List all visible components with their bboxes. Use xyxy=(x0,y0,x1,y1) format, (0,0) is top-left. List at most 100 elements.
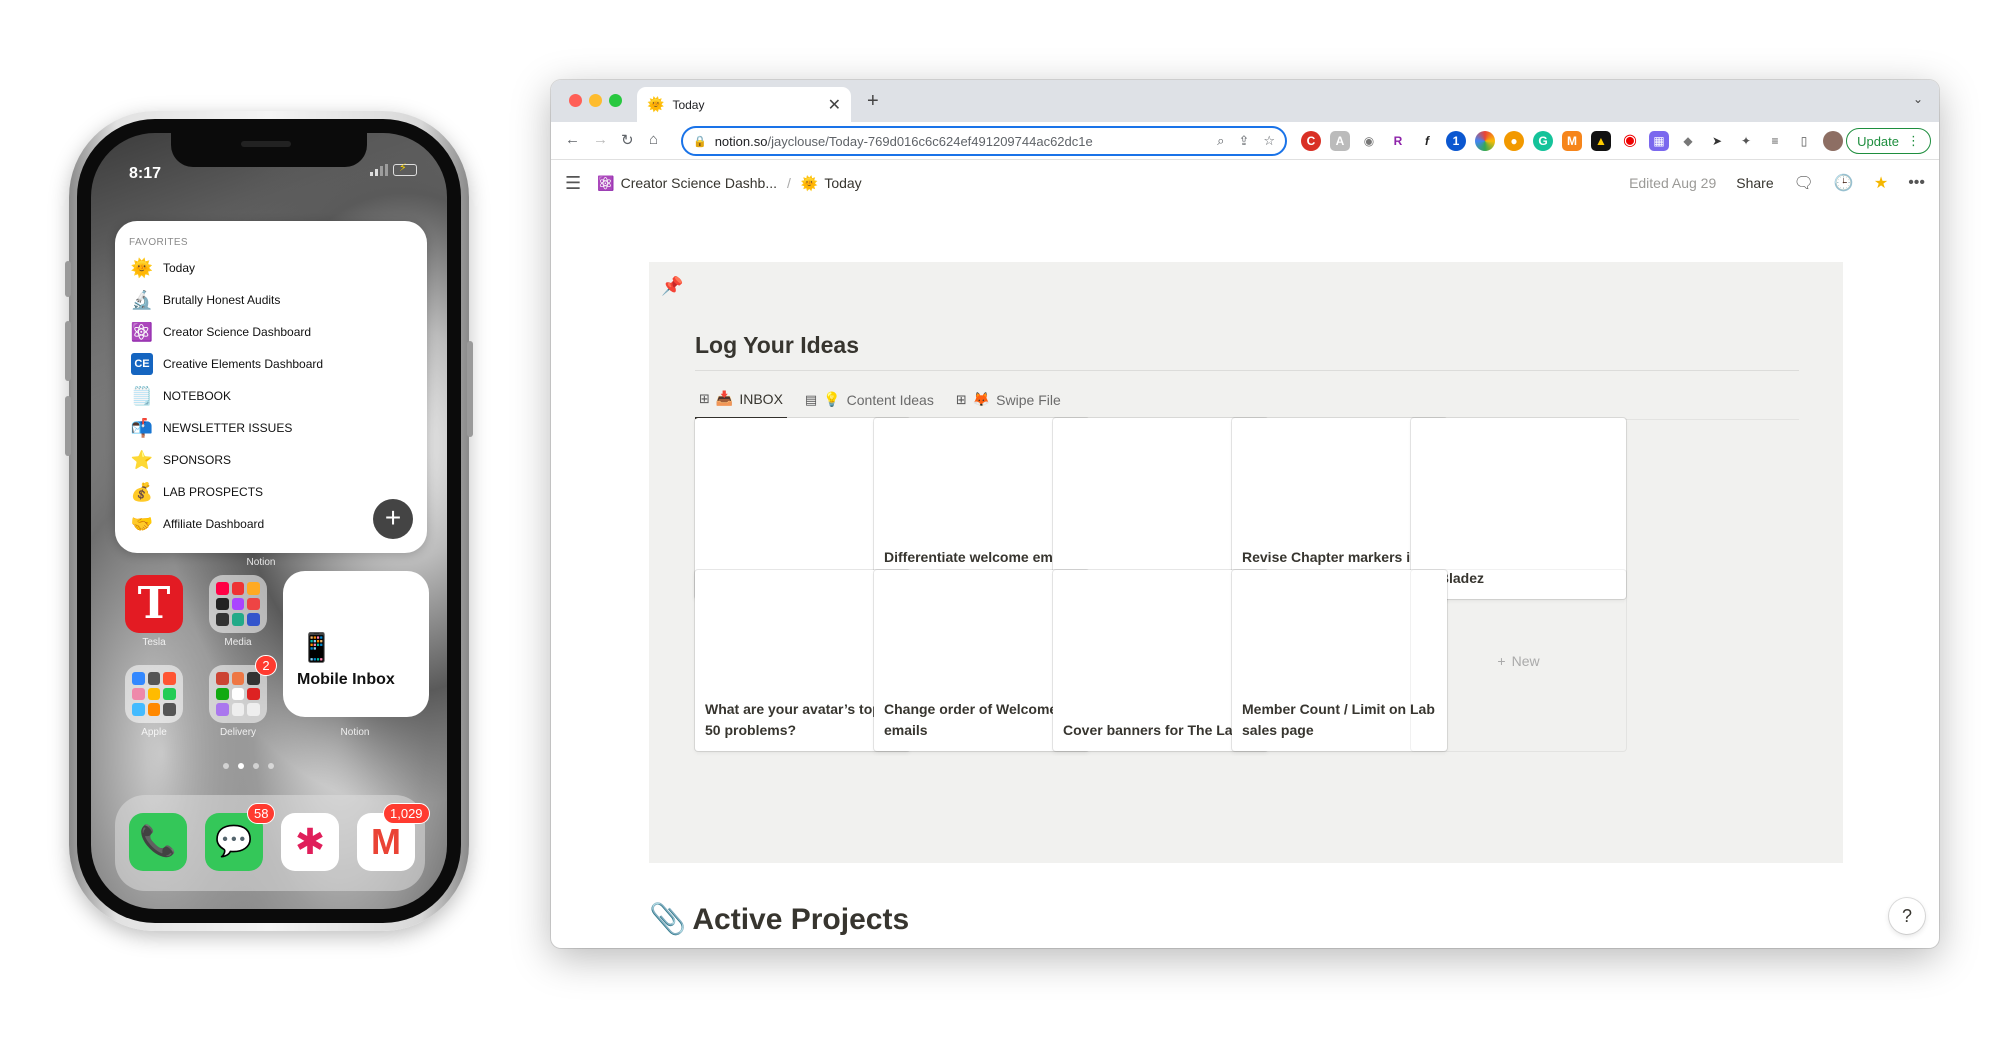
breadcrumb-dashboard[interactable]: ⚛️ Creator Science Dashb... xyxy=(597,175,777,192)
idea-card-title: Change order of Welcome emails xyxy=(884,701,1058,738)
browser-toolbar: ← → ↻ ⌂ 🔒 notion.so /jayclouse/Today-769… xyxy=(551,122,1939,160)
update-label: Update xyxy=(1857,133,1899,149)
home-icon[interactable]: ⌂ xyxy=(649,131,658,148)
media-folder-label: Media xyxy=(224,637,252,648)
widget-add-button[interactable]: + xyxy=(373,499,413,539)
extension-color-icon[interactable] xyxy=(1475,131,1495,151)
share-icon[interactable]: ⇪ xyxy=(1238,133,1249,149)
breadcrumb-today[interactable]: 🌞 Today xyxy=(801,175,862,192)
widget-app-label: Notion xyxy=(246,557,276,568)
tab-content-ideas[interactable]: ▤ 💡 Content Ideas xyxy=(801,390,938,419)
phone-notch xyxy=(171,133,367,167)
side-panel-icon[interactable]: ▯ xyxy=(1794,131,1814,151)
zoom-icon[interactable]: ⌕ xyxy=(1217,133,1224,149)
idea-card-title: Cover banners for The Lab xyxy=(1063,722,1242,738)
close-icon[interactable]: ✕ xyxy=(828,95,841,115)
comment-icon[interactable]: 🗨 xyxy=(1794,173,1814,193)
plus-icon: + xyxy=(1497,652,1506,669)
lock-icon: 🔒 xyxy=(693,135,707,148)
log-ideas-callout: 📌 Log Your Ideas ⊞ 📥 INBOX ▤ 💡 Content I… xyxy=(649,262,1843,863)
media-folder[interactable] xyxy=(209,575,267,633)
favorite-item[interactable]: 🔬 Brutally Honest Audits xyxy=(129,284,413,316)
phone-app[interactable]: 📞 xyxy=(129,813,187,871)
power-button xyxy=(467,341,473,437)
minimize-window-button[interactable] xyxy=(589,94,602,107)
extension-red-icon[interactable]: C xyxy=(1301,131,1321,151)
favorite-item[interactable]: ⭐ SPONSORS xyxy=(129,444,413,476)
tab-swipe-file[interactable]: ⊞ 🦊 Swipe File xyxy=(952,390,1065,419)
forward-icon[interactable]: → xyxy=(593,131,608,148)
favorite-star-icon[interactable]: ★ xyxy=(1874,173,1888,193)
extension-1password-icon[interactable]: 1 xyxy=(1446,131,1466,151)
edited-timestamp: Edited Aug 29 xyxy=(1629,175,1717,191)
favorite-item[interactable]: ⚛️ Creator Science Dashboard xyxy=(129,316,413,348)
favorite-item[interactable]: 📬 NEWSLETTER ISSUES xyxy=(129,412,413,444)
reload-icon[interactable]: ↻ xyxy=(621,131,634,149)
favorite-item[interactable]: 💰 LAB PROSPECTS xyxy=(129,476,413,508)
bookmark-star-icon[interactable]: ☆ xyxy=(1263,133,1275,149)
favorite-label: Today xyxy=(163,261,196,275)
extension-triangle-icon[interactable]: ▲ xyxy=(1591,131,1611,151)
browser-window: 🌞 Today ✕ + ⌄ ← → ↻ ⌂ 🔒 notion.so /jaycl… xyxy=(551,80,1939,948)
chevron-down-icon[interactable]: ⌄ xyxy=(1913,92,1923,106)
url-path: /jayclouse/Today-769d016c6c624ef49120974… xyxy=(767,133,1093,149)
iphone-device: 8:17 FAVORITES 🌞 Today 🔬 Brutally Honest Au… xyxy=(65,111,473,931)
favorite-label: Brutally Honest Audits xyxy=(163,293,281,307)
page-dot xyxy=(268,763,274,769)
extension-orange-icon[interactable]: ● xyxy=(1504,131,1524,151)
clock-icon[interactable]: 🕒 xyxy=(1834,173,1854,193)
maximize-window-button[interactable] xyxy=(609,94,622,107)
silent-switch xyxy=(65,261,71,297)
reading-list-icon[interactable]: ≡ xyxy=(1765,131,1785,151)
gallery-view-icon: ⊞ xyxy=(955,391,967,407)
table-view-icon: ▤ xyxy=(804,391,818,407)
tag-icon[interactable]: ◆ xyxy=(1678,131,1698,151)
tesla-app[interactable]: T xyxy=(125,575,183,633)
share-button[interactable]: Share xyxy=(1736,175,1773,191)
star-icon: ⭐ xyxy=(130,449,154,470)
favorite-item[interactable]: 🌞 Today xyxy=(129,252,413,284)
new-card-button[interactable]: + New xyxy=(1411,570,1626,751)
avatar[interactable] xyxy=(1823,131,1843,151)
extension-r-icon[interactable]: R xyxy=(1388,131,1408,151)
page-dots[interactable] xyxy=(223,763,274,769)
messages-badge: 58 xyxy=(247,803,276,824)
grammarly-icon[interactable]: G xyxy=(1533,131,1553,151)
signal-icon xyxy=(370,164,388,176)
money-bag-icon: 💰 xyxy=(130,481,154,502)
help-button[interactable]: ? xyxy=(1889,898,1925,934)
metamask-icon[interactable]: M xyxy=(1562,131,1582,151)
view-tab-label: INBOX xyxy=(739,390,783,407)
notion-favorites-widget[interactable]: FAVORITES 🌞 Today 🔬 Brutally Honest Audits ⚛… xyxy=(115,221,427,553)
breadcrumb-label: Creator Science Dashb... xyxy=(620,175,777,191)
favorite-label: LAB PROSPECTS xyxy=(163,485,264,499)
address-bar[interactable]: 🔒 notion.so /jayclouse/Today-769d016c6c6… xyxy=(681,126,1287,156)
camera-icon[interactable]: ◉ xyxy=(1359,131,1379,151)
delivery-badge: 2 xyxy=(255,655,277,676)
new-tab-button[interactable]: + xyxy=(867,90,879,113)
tab-bar: 🌞 Today ✕ + ⌄ xyxy=(551,80,1939,122)
favorite-item[interactable]: CE Creative Elements Dashboard xyxy=(129,348,413,380)
record-icon[interactable]: ◉ xyxy=(1620,131,1640,151)
extension-f-icon[interactable]: f xyxy=(1417,131,1437,151)
more-vertical-icon: ⋮ xyxy=(1907,133,1920,148)
apple-folder[interactable] xyxy=(125,665,183,723)
mobile-inbox-widget[interactable]: 📱 Mobile Inbox xyxy=(283,571,429,717)
puzzle-icon[interactable]: ✦ xyxy=(1736,131,1756,151)
favorite-item[interactable]: 🗒️ NOTEBOOK xyxy=(129,380,413,412)
slack-app[interactable]: ✱ xyxy=(281,813,339,871)
hamburger-menu-icon[interactable]: ☰ xyxy=(565,173,581,194)
favorite-item[interactable]: 🤝 Affiliate Dashboard xyxy=(129,508,413,540)
extension-gray-icon[interactable]: A xyxy=(1330,131,1350,151)
back-icon[interactable]: ← xyxy=(565,131,580,148)
more-horizontal-icon[interactable]: ••• xyxy=(1908,174,1925,192)
tab-inbox[interactable]: ⊞ 📥 INBOX xyxy=(695,390,787,419)
extension-grid-icon[interactable]: ▦ xyxy=(1649,131,1669,151)
status-icons xyxy=(370,161,417,176)
close-window-button[interactable] xyxy=(569,94,582,107)
tesla-app-label: Tesla xyxy=(142,637,166,648)
tab-today[interactable]: 🌞 Today ✕ xyxy=(637,87,851,122)
active-projects-label: Active Projects xyxy=(692,902,910,936)
send-icon[interactable]: ➤ xyxy=(1707,131,1727,151)
update-button[interactable]: Update ⋮ xyxy=(1846,128,1931,154)
